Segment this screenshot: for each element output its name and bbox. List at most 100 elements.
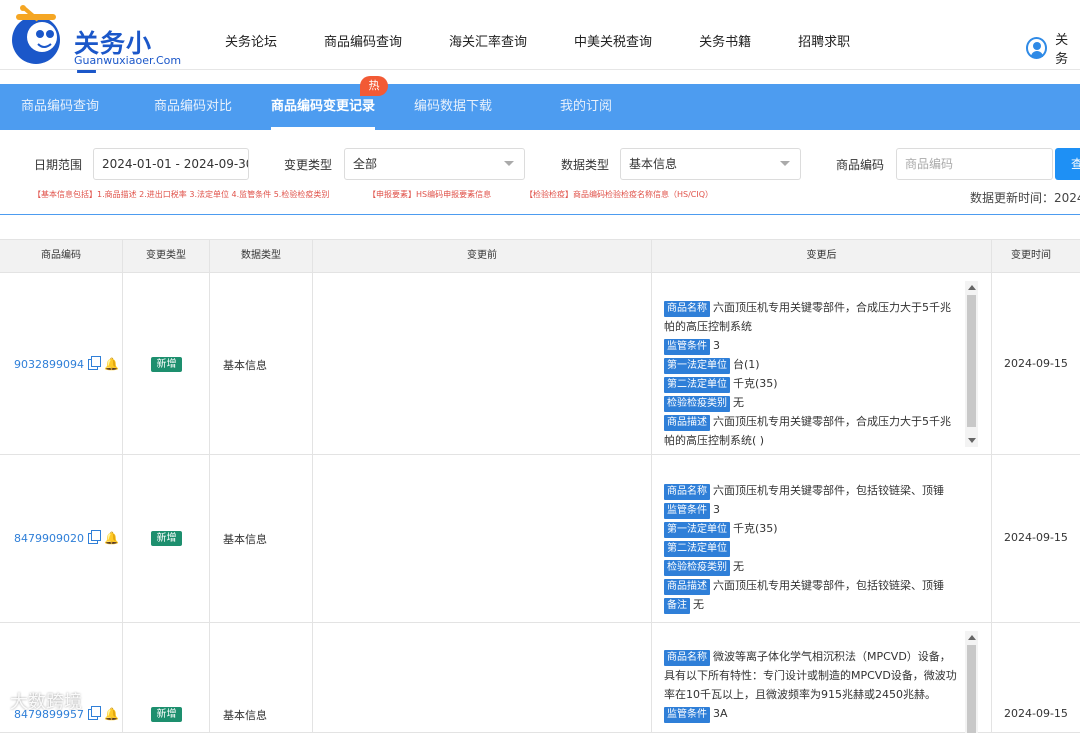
- change-type-badge: 新增: [151, 707, 182, 722]
- field-value: 无: [733, 396, 744, 409]
- main-nav: 关务论坛 商品编码查询 海关汇率查询 中美关税查询 关务书籍 招聘求职: [225, 31, 897, 50]
- chevron-down-icon: [504, 161, 514, 166]
- col-data-type: 数据类型: [210, 240, 313, 274]
- nav-books[interactable]: 关务书籍: [699, 31, 751, 50]
- table-header: 商品编码 变更类型 数据类型 变更前 变更后 变更时间: [0, 239, 1080, 274]
- brand-subtitle: Guanwuxiaoer.Com: [74, 54, 182, 67]
- col-hs-code: 商品编码: [0, 240, 123, 274]
- date-range-label: 日期范围: [34, 158, 83, 172]
- hs-code-label: 商品编码: [836, 158, 885, 172]
- nav-forum[interactable]: 关务论坛: [225, 31, 277, 50]
- cell-scrollbar[interactable]: [965, 631, 978, 733]
- nav-hs-query[interactable]: 商品编码查询: [324, 31, 402, 50]
- col-change-time: 变更时间: [992, 240, 1080, 274]
- field-value: 无: [733, 560, 744, 573]
- nav-tariff[interactable]: 中美关税查询: [574, 31, 652, 50]
- field-tag: 检验检疫类别: [664, 560, 730, 576]
- tab-hs-compare[interactable]: 商品编码对比: [154, 84, 232, 130]
- user-icon: [1026, 37, 1048, 59]
- hs-code-input[interactable]: 商品编码: [896, 148, 1053, 180]
- tab-data-download[interactable]: 编码数据下载: [414, 84, 492, 130]
- field-value: 台(1): [733, 358, 760, 371]
- nav-exchange-rate[interactable]: 海关汇率查询: [449, 31, 527, 50]
- field-tag: 商品描述: [664, 415, 710, 431]
- user-label: 关务: [1055, 33, 1069, 67]
- copy-icon[interactable]: [88, 355, 101, 370]
- change-type-badge: 新增: [151, 531, 182, 546]
- field-value: 六面顶压机专用关键零部件，包括铰链梁、顶锤: [713, 484, 944, 497]
- hint-basic-info: 【基本信息包括】1.商品描述 2.进出口税率 3.法定单位 4.监管条件 5.检…: [33, 190, 330, 199]
- data-type-value: 基本信息: [223, 709, 267, 722]
- change-date: 2024-09-15: [1004, 357, 1068, 370]
- field-value: 3A: [713, 707, 728, 720]
- data-type-value: 基本信息: [223, 533, 267, 546]
- scroll-down-icon[interactable]: [968, 438, 976, 443]
- field-tag: 第二法定单位: [664, 377, 730, 393]
- after-content: 商品名称 六面顶压机专用关键零部件，包括铰链梁、顶锤 监管条件 3 第一法定单位 千克…: [664, 481, 961, 614]
- scroll-up-icon[interactable]: [968, 285, 976, 290]
- field-value: 千克(35): [733, 522, 778, 535]
- field-tag: 备注: [664, 598, 690, 614]
- field-value: 3: [713, 339, 720, 352]
- field-value: 无: [693, 598, 704, 611]
- chevron-down-icon: [780, 161, 790, 166]
- field-tag: 检验检疫类别: [664, 396, 730, 412]
- change-date: 2024-09-15: [1004, 531, 1068, 544]
- hint-inspection: 【检验检疫】商品编码检验检疫名称信息（HS/CIQ）: [525, 190, 714, 199]
- field-tag: 第一法定单位: [664, 358, 730, 374]
- search-button[interactable]: 查: [1055, 148, 1080, 180]
- field-tag: 第一法定单位: [664, 522, 730, 538]
- after-content: 商品名称 微波等离子体化学气相沉积法（MPCVD）设备，具有以下所有特性：专门设计…: [664, 647, 961, 723]
- hs-code-link[interactable]: 9032899094 🔔: [14, 355, 119, 371]
- bell-icon[interactable]: 🔔: [104, 357, 119, 371]
- change-type-badge: 新增: [151, 357, 182, 372]
- data-type-select[interactable]: 基本信息: [620, 148, 801, 180]
- field-tag: 商品名称: [664, 301, 710, 317]
- copy-icon[interactable]: [88, 529, 101, 544]
- scroll-up-icon[interactable]: [968, 635, 976, 640]
- date-range-input[interactable]: 2024-01-01 - 2024-09-30: [93, 148, 249, 180]
- col-change-type: 变更类型: [123, 240, 210, 274]
- logo-mascot-icon: [12, 5, 60, 64]
- tab-my-subscriptions[interactable]: 我的订阅: [560, 84, 612, 130]
- scroll-thumb[interactable]: [967, 645, 976, 733]
- hot-badge: 热: [360, 76, 388, 96]
- field-tag: 监管条件: [664, 503, 710, 519]
- field-tag: 商品描述: [664, 579, 710, 595]
- table-row: 8479899957 🔔 新增 基本信息 商品名称 微波等离子体化学气相沉积法（M…: [0, 623, 1080, 733]
- field-value: 六面顶压机专用关键零部件，包括铰链梁、顶锤: [713, 579, 944, 592]
- top-navbar: 关务小二 Guanwuxiaoer.Com 关务论坛 商品编码查询 海关汇率查询…: [0, 0, 1080, 94]
- cell-scrollbar[interactable]: [965, 281, 978, 447]
- scroll-thumb[interactable]: [967, 295, 976, 427]
- bell-icon[interactable]: 🔔: [104, 531, 119, 545]
- site-logo[interactable]: 关务小二 Guanwuxiaoer.Com: [4, 4, 181, 94]
- change-type-label: 变更类型: [284, 158, 333, 172]
- hs-code-link[interactable]: 8479909020 🔔: [14, 529, 119, 545]
- user-menu[interactable]: 关务: [1026, 29, 1080, 67]
- nav-jobs[interactable]: 招聘求职: [798, 31, 850, 50]
- tab-hs-query[interactable]: 商品编码查询: [21, 84, 99, 130]
- watermark: 大数跨境: [10, 692, 82, 713]
- hs-code-value[interactable]: 8479909020: [14, 532, 84, 545]
- field-value: 千克(35): [733, 377, 778, 390]
- change-date: 2024-09-15: [1004, 707, 1068, 720]
- field-value: 3: [713, 503, 720, 516]
- data-type-value: 基本信息: [223, 359, 267, 372]
- table-row: 9032899094 🔔 新增 基本信息 商品名称 六面顶压机专用关键零部件，合成…: [0, 273, 1080, 455]
- data-updated-time: 数据更新时间：2024-: [970, 191, 1080, 205]
- change-type-select[interactable]: 全部: [344, 148, 525, 180]
- field-tag: 监管条件: [664, 707, 710, 723]
- col-after: 变更后: [652, 240, 992, 274]
- data-type-label: 数据类型: [561, 158, 610, 172]
- col-before: 变更前: [313, 240, 652, 274]
- hs-code-value[interactable]: 9032899094: [14, 358, 84, 371]
- copy-icon[interactable]: [88, 705, 101, 720]
- data-type-value: 基本信息: [629, 157, 678, 171]
- field-tag: 监管条件: [664, 339, 710, 355]
- tab-bar: 商品编码查询 商品编码对比 商品编码变更记录 编码数据下载 我的订阅: [0, 84, 1080, 130]
- bell-icon[interactable]: 🔔: [104, 707, 119, 721]
- hint-declaration: 【申报要素】HS编码申报要素信息: [368, 190, 492, 199]
- change-type-value: 全部: [353, 157, 378, 171]
- field-tag: 第二法定单位: [664, 541, 730, 557]
- after-content: 商品名称 六面顶压机专用关键零部件，合成压力大于5千兆帕的高压控制系统 监管条件 3…: [664, 298, 961, 450]
